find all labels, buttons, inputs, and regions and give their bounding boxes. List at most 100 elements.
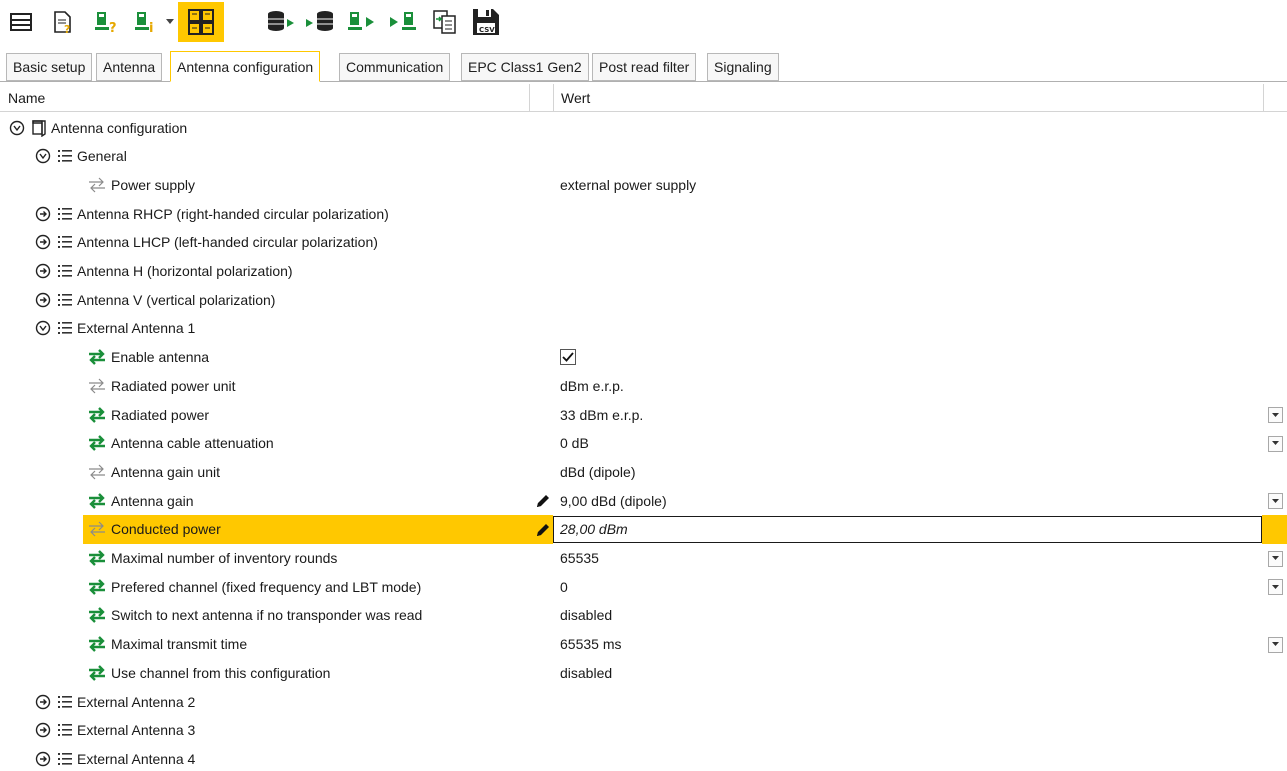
property-row[interactable]: Antenna V (vertical polarization)	[0, 285, 1287, 314]
conducted-power-input[interactable]: 28,00 dBm	[553, 515, 1262, 543]
reader-info-icon[interactable]: i	[132, 4, 162, 40]
chevron-down-icon	[1272, 642, 1279, 647]
property-value[interactable]: 65535 ms	[560, 630, 621, 659]
property-row[interactable]: Conducted power 28,00 dBm	[0, 514, 1287, 544]
dropdown-arrow-icon[interactable]	[164, 4, 176, 40]
property-row[interactable]: Prefered channel (fixed frequency and LB…	[0, 572, 1287, 601]
dropdown-button[interactable]	[1268, 579, 1283, 596]
play-reader-icon[interactable]	[388, 4, 420, 40]
property-label: Antenna configuration	[51, 119, 188, 136]
property-value[interactable]: 65535	[560, 544, 599, 573]
property-name-cell: External Antenna 1	[34, 314, 195, 343]
property-label: Conducted power	[111, 521, 221, 538]
property-label: Power supply	[111, 176, 196, 193]
list-group-icon	[56, 203, 74, 225]
property-name-cell: Conducted power	[86, 515, 221, 544]
expand-icon[interactable]	[34, 291, 52, 309]
tab-basic-setup[interactable]: Basic setup	[6, 53, 93, 81]
expand-icon[interactable]	[34, 205, 52, 223]
property-value: dBm e.r.p.	[560, 377, 624, 394]
property-value[interactable]: disabled	[560, 658, 612, 687]
document-help-icon[interactable]: ?	[50, 4, 76, 40]
tab-antenna[interactable]: Antenna	[96, 53, 163, 81]
reader-play-icon[interactable]	[346, 4, 378, 40]
readonly-transfer-icon	[86, 174, 108, 196]
property-row[interactable]: Maximal number of inventory rounds 65535	[0, 544, 1287, 573]
property-value[interactable]: 9,00 dBd (dipole)	[560, 486, 667, 515]
pencil-edit-icon[interactable]	[534, 521, 552, 539]
expand-icon[interactable]	[34, 262, 52, 280]
property-name-cell: Radiated power unit	[86, 371, 236, 400]
property-label: External Antenna 3	[77, 722, 196, 739]
collapse-icon[interactable]	[34, 147, 52, 165]
tab-post-read-filter[interactable]: Post read filter	[592, 53, 697, 81]
expand-icon[interactable]	[34, 233, 52, 251]
property-row[interactable]: External Antenna 3	[0, 716, 1287, 745]
list-group-icon	[56, 231, 74, 253]
property-row[interactable]: External Antenna 2	[0, 687, 1287, 716]
property-row[interactable]: Antenna gain 9,00 dBd (dipole)	[0, 486, 1287, 515]
property-label: Antenna cable attenuation	[111, 435, 274, 452]
tab-signaling[interactable]: Signaling	[707, 53, 779, 81]
property-name-cell: Antenna V (vertical polarization)	[34, 285, 275, 314]
enable-antenna-checkbox[interactable]	[560, 349, 576, 366]
collapse-icon[interactable]	[8, 119, 26, 137]
property-row[interactable]: Switch to next antenna if no transponder…	[0, 601, 1287, 630]
expand-icon[interactable]	[34, 750, 52, 768]
property-value[interactable]: 33 dBm e.r.p.	[560, 400, 643, 429]
import-export-icon[interactable]	[430, 4, 460, 40]
property-row[interactable]: Antenna RHCP (right-handed circular pola…	[0, 199, 1287, 228]
transfer-arrows-icon	[86, 404, 108, 426]
tab-antenna-configuration[interactable]: Antenna configuration	[170, 51, 321, 82]
dropdown-button[interactable]	[1268, 435, 1283, 452]
property-name-cell: Power supply	[86, 170, 195, 199]
property-row[interactable]: External Antenna 4	[0, 744, 1287, 771]
property-row[interactable]: Antenna cable attenuation 0 dB	[0, 429, 1287, 458]
property-row[interactable]: Antenna H (horizontal polarization)	[0, 257, 1287, 286]
property-name-cell: General	[34, 142, 127, 171]
svg-text:?: ?	[109, 21, 117, 35]
dropdown-button[interactable]	[1268, 550, 1283, 567]
property-row[interactable]: Antenna LHCP (left-handed circular polar…	[0, 228, 1287, 257]
column-header-value[interactable]: Wert	[553, 84, 590, 112]
property-label: General	[77, 148, 127, 165]
chevron-down-icon	[1272, 498, 1279, 504]
property-row[interactable]: Radiated power unit dBm e.r.p.	[0, 371, 1287, 400]
play-database-icon[interactable]	[304, 4, 336, 40]
property-row[interactable]: Antenna gain unit dBd (dipole)	[0, 457, 1287, 486]
column-separator[interactable]	[1263, 84, 1264, 112]
dropdown-button[interactable]	[1268, 493, 1283, 510]
expand-icon[interactable]	[34, 721, 52, 739]
property-row[interactable]: Maximal transmit time 65535 ms	[0, 630, 1287, 659]
property-row[interactable]: Enable antenna	[0, 343, 1287, 372]
save-csv-icon[interactable]: CSV	[470, 4, 502, 40]
chevron-down-icon	[1272, 584, 1279, 590]
dropdown-button[interactable]	[1268, 636, 1283, 653]
chevron-down-icon	[1272, 556, 1279, 561]
property-value[interactable]: disabled	[560, 601, 612, 630]
property-row[interactable]: Power supply external power supply	[0, 170, 1287, 199]
property-row[interactable]: Antenna configuration	[0, 113, 1287, 142]
database-play-icon[interactable]	[266, 4, 296, 40]
expand-icon[interactable]	[34, 693, 52, 711]
property-label: Antenna V (vertical polarization)	[77, 291, 276, 308]
property-row[interactable]: External Antenna 1	[0, 314, 1287, 343]
reader-help-icon[interactable]: ?	[92, 4, 122, 40]
pencil-edit-icon[interactable]	[534, 492, 552, 510]
property-name-cell: Antenna configuration	[8, 113, 187, 142]
tab-communication[interactable]: Communication	[339, 53, 451, 81]
property-row[interactable]: General	[0, 142, 1287, 171]
column-header-name[interactable]: Name	[0, 84, 45, 112]
property-row[interactable]: Use channel from this configuration disab…	[0, 658, 1287, 687]
layout-panel-icon[interactable]	[8, 4, 34, 40]
dropdown-button[interactable]	[1268, 407, 1283, 423]
property-label: Antenna gain unit	[111, 463, 220, 480]
collapse-icon[interactable]	[34, 319, 52, 337]
property-row[interactable]: Radiated power 33 dBm e.r.p.	[0, 400, 1287, 429]
config-grid-icon[interactable]	[178, 2, 224, 42]
property-value[interactable]: 0	[560, 572, 568, 601]
tab-epc-class1-gen2[interactable]: EPC Class1 Gen2	[461, 53, 589, 81]
property-value[interactable]: 0 dB	[560, 429, 589, 458]
property-label: Antenna LHCP (left-handed circular polar…	[77, 234, 378, 251]
column-separator[interactable]	[529, 84, 530, 112]
